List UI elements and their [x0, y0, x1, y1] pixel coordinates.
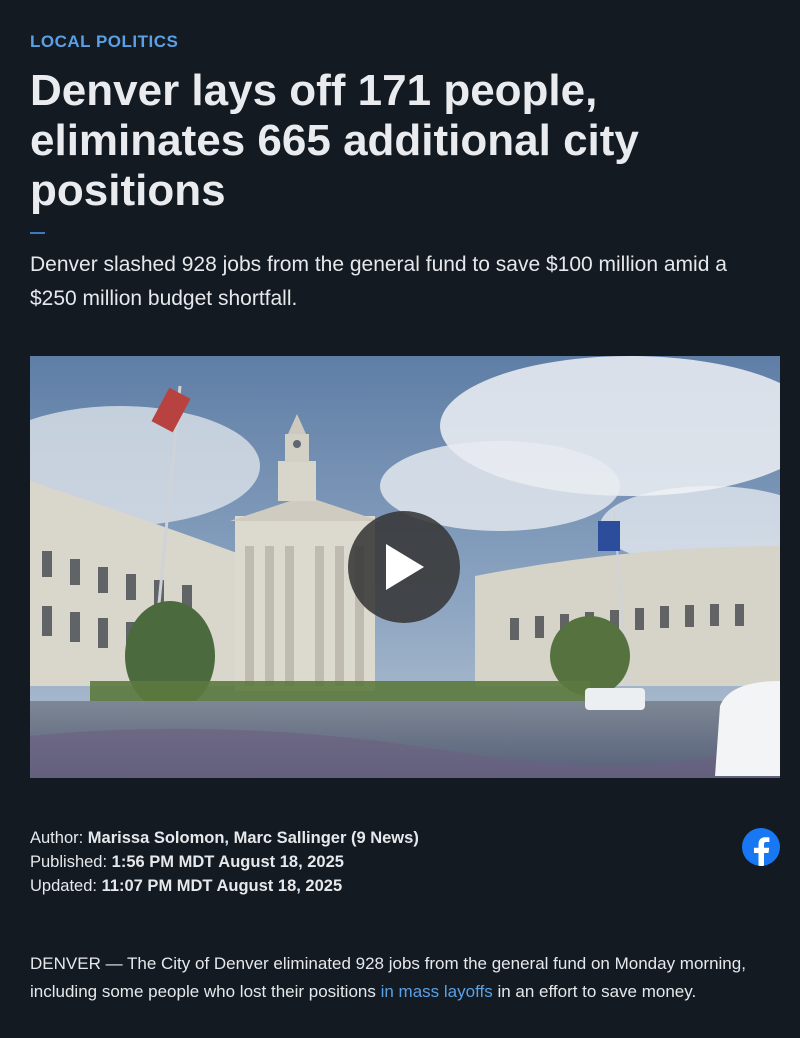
article-meta: Author: Marissa Solomon, Marc Sallinger …	[30, 826, 630, 898]
facebook-icon	[754, 837, 770, 866]
body-text-end: in an effort to save money.	[492, 982, 697, 1001]
play-icon	[386, 544, 424, 590]
published-date: 1:56 PM MDT August 18, 2025	[111, 853, 344, 871]
headline: Denver lays off 171 people, eliminates 6…	[30, 66, 639, 215]
published-line: Published: 1:56 PM MDT August 18, 2025	[30, 850, 630, 874]
play-button[interactable]	[348, 511, 460, 623]
mass-layoffs-link[interactable]: in mass layoffs	[381, 982, 493, 1001]
updated-line: Updated: 11:07 PM MDT August 18, 2025	[30, 874, 630, 898]
headline-divider	[30, 232, 45, 234]
article-body: DENVER — The City of Denver eliminated 9…	[30, 950, 770, 1006]
author-names[interactable]: Marissa Solomon, Marc Sallinger (9 News)	[88, 829, 419, 847]
video-player[interactable]	[30, 356, 780, 778]
article-summary: Denver slashed 928 jobs from the general…	[30, 253, 727, 310]
published-label: Published:	[30, 853, 108, 871]
category-label[interactable]: LOCAL POLITICS	[30, 32, 178, 52]
updated-date: 11:07 PM MDT August 18, 2025	[101, 877, 343, 895]
facebook-share-button[interactable]	[742, 828, 780, 866]
author-line: Author: Marissa Solomon, Marc Sallinger …	[30, 826, 630, 850]
author-label: Author:	[30, 829, 84, 847]
updated-label: Updated:	[30, 877, 97, 895]
